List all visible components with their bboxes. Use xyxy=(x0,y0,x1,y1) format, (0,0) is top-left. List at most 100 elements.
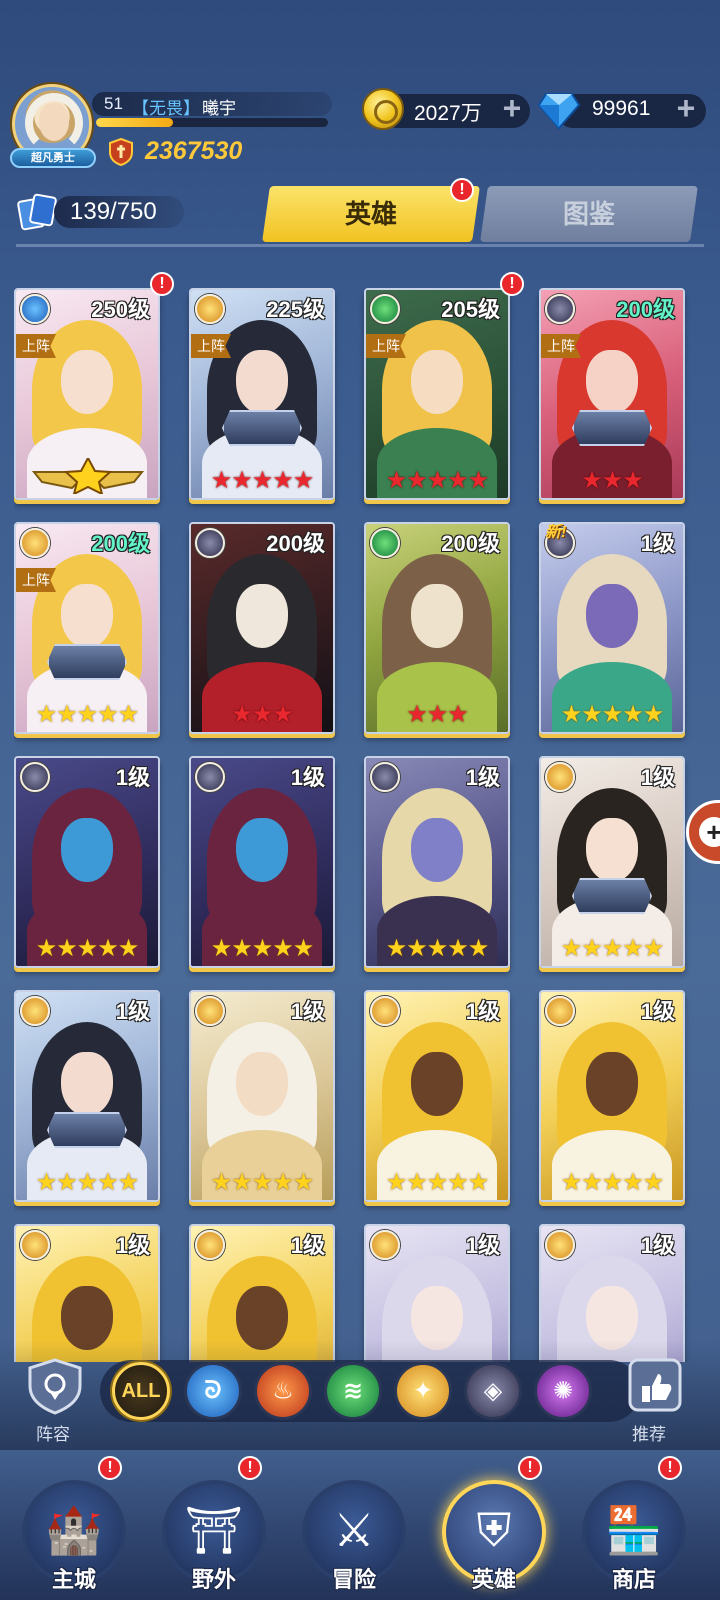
filter-water-button[interactable]: ᘐ xyxy=(184,1362,242,1420)
hero-card[interactable]: 1级 新! ★★★★★ xyxy=(539,522,685,734)
light-element-icon xyxy=(20,1230,50,1260)
light-element-icon xyxy=(195,1230,225,1260)
hero-card[interactable]: 1级 ★★★★★ xyxy=(364,990,510,1202)
hero-face xyxy=(61,1052,113,1116)
hero-card[interactable]: 1级 ★★★★★ xyxy=(189,990,335,1202)
star-rating: ★★★ xyxy=(231,701,294,728)
lineup-label: 阵容 xyxy=(36,1425,70,1444)
hero-level: 1级 xyxy=(640,531,675,556)
star-rating: ★★★★★ xyxy=(560,701,665,728)
tab-codex[interactable]: 图鉴 xyxy=(480,186,698,242)
hero-card[interactable]: 200级 上阵 ★★★ xyxy=(539,288,685,500)
combat-power-icon xyxy=(109,138,133,166)
hero-card[interactable]: 1级 ★★★★★ xyxy=(189,756,335,968)
light-element-icon xyxy=(20,996,50,1026)
hero-cards-icon xyxy=(17,193,57,231)
hero-count: 139/750 xyxy=(70,198,157,225)
water-element-icon xyxy=(20,294,50,324)
new-hero-tag: 新! xyxy=(545,524,567,541)
tab-codex-label: 图鉴 xyxy=(562,199,615,229)
nav-label: 英雄 xyxy=(471,1567,516,1592)
hero-level: 1级 xyxy=(465,1233,500,1258)
hero-level: 1级 xyxy=(115,765,150,790)
filter-light-button[interactable]: ✦ xyxy=(394,1362,452,1420)
deployed-tag: 上阵 xyxy=(366,334,406,358)
filter-chaos-button[interactable]: ✺ xyxy=(534,1362,592,1420)
star-rating: ★★★★★ xyxy=(210,935,315,962)
hero-card[interactable]: 1级 ★★★★★ xyxy=(539,990,685,1202)
hero-level: 1级 xyxy=(290,999,325,1024)
castle-icon: 🏰 xyxy=(45,1504,103,1556)
hero-face xyxy=(236,584,288,648)
filter-all-button[interactable]: ALL xyxy=(112,1362,170,1420)
plus-icon: + xyxy=(699,817,720,847)
hero-level: 250级 xyxy=(91,297,150,322)
shop-icon: 🏪 xyxy=(605,1504,663,1556)
star-rating: ★★★★★ xyxy=(210,1169,315,1196)
hero-face xyxy=(236,818,288,882)
hero-card[interactable]: 1级 ★★★★★ xyxy=(14,756,160,968)
hero-level: 1级 xyxy=(640,765,675,790)
hero-card[interactable]: 250级 上阵 xyxy=(14,288,160,500)
hero-face xyxy=(586,350,638,414)
dark-element-icon xyxy=(195,528,225,558)
star-rating: ★★★★★ xyxy=(210,467,315,494)
recommend-button[interactable] xyxy=(624,1356,686,1416)
hero-emblem xyxy=(572,878,652,914)
light-element-icon xyxy=(545,1230,575,1260)
star-rating: ★★★★★ xyxy=(560,1169,665,1196)
hero-emblem xyxy=(222,410,302,446)
diamond-icon xyxy=(538,93,580,130)
hero-notify-badge: ! xyxy=(500,272,524,296)
dark-element-icon xyxy=(20,762,50,792)
hero-level: 1级 xyxy=(290,765,325,790)
chaos-element-icon: ✺ xyxy=(552,1377,574,1405)
hero-face xyxy=(586,818,638,882)
hero-notify-badge: ! xyxy=(150,272,174,296)
hero-card[interactable]: 200级 上阵 ★★★★★ xyxy=(14,522,160,734)
coin-value: 2027万 xyxy=(414,102,482,125)
hero-face xyxy=(61,350,113,414)
hero-card[interactable]: 200级 ★★★ xyxy=(364,522,510,734)
tab-heroes[interactable]: 英雄 xyxy=(262,186,480,242)
hero-card[interactable]: 225级 上阵 ★★★★★ xyxy=(189,288,335,500)
hero-level: 200级 xyxy=(616,297,675,322)
recommend-label: 推荐 xyxy=(632,1425,666,1444)
tab-underline xyxy=(16,244,704,247)
hero-level: 200级 xyxy=(266,531,325,556)
nav-notify-badge: ! xyxy=(658,1456,682,1480)
hero-card[interactable]: 1级 ★★★★★ xyxy=(14,990,160,1202)
hero-card[interactable]: 1级 ★★★★★ xyxy=(364,756,510,968)
hero-card[interactable]: 205级 上阵 ★★★★★ xyxy=(364,288,510,500)
avatar-face xyxy=(39,103,69,141)
wind-element-icon xyxy=(370,528,400,558)
hero-face xyxy=(411,584,463,648)
filter-dark-button[interactable]: ◈ xyxy=(464,1362,522,1420)
star-rating: ★★★★★ xyxy=(35,1169,140,1196)
hero-level: 1级 xyxy=(465,765,500,790)
lineup-button[interactable] xyxy=(24,1356,86,1416)
hero-card[interactable]: 1级 ★★★★★ xyxy=(539,756,685,968)
hero-card[interactable]: 200级 ★★★ xyxy=(189,522,335,734)
dark-element-icon xyxy=(195,762,225,792)
hero-level: 1级 xyxy=(640,999,675,1024)
hero-level: 200级 xyxy=(441,531,500,556)
filter-wind-button[interactable]: ≋ xyxy=(324,1362,382,1420)
hero-face xyxy=(61,584,113,648)
hero-face xyxy=(586,1052,638,1116)
hero-level: 1级 xyxy=(290,1233,325,1258)
hero-level: 200级 xyxy=(91,531,150,556)
hero-emblem xyxy=(47,1112,127,1148)
add-coins-button[interactable]: + xyxy=(498,92,526,124)
filter-fire-button[interactable]: ♨ xyxy=(254,1362,312,1420)
portal-icon: ⛩ xyxy=(184,1504,244,1556)
hero-face xyxy=(236,350,288,414)
add-diamonds-button[interactable]: + xyxy=(672,92,700,124)
nav-label: 野外 xyxy=(191,1567,236,1592)
nav-notify-badge: ! xyxy=(518,1456,542,1480)
light-element-icon xyxy=(370,1230,400,1260)
deployed-tag: 上阵 xyxy=(191,334,231,358)
light-element-icon xyxy=(545,996,575,1026)
dark-element-icon xyxy=(370,762,400,792)
light-element-icon xyxy=(195,996,225,1026)
